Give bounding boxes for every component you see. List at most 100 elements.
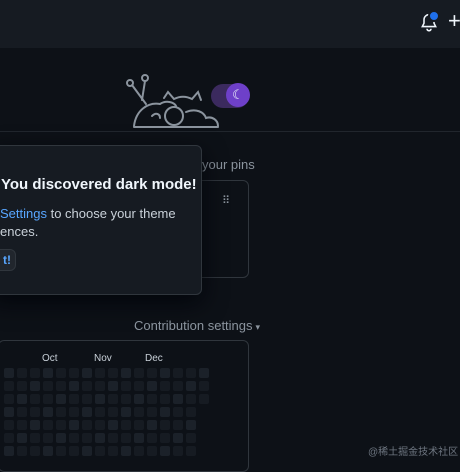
contribution-day-cell[interactable] — [173, 368, 183, 378]
contribution-day-cell[interactable] — [17, 381, 27, 391]
contribution-day-cell[interactable] — [186, 446, 196, 456]
settings-link[interactable]: Settings — [0, 206, 47, 221]
contribution-day-cell[interactable] — [82, 433, 92, 443]
contribution-day-cell[interactable] — [56, 420, 66, 430]
contribution-day-cell[interactable] — [56, 446, 66, 456]
contribution-day-cell[interactable] — [147, 420, 157, 430]
contribution-day-cell[interactable] — [147, 446, 157, 456]
contribution-day-cell[interactable] — [186, 381, 196, 391]
contribution-day-cell[interactable] — [108, 407, 118, 417]
contribution-day-cell[interactable] — [160, 394, 170, 404]
contribution-day-cell[interactable] — [56, 381, 66, 391]
contribution-day-cell[interactable] — [160, 381, 170, 391]
plus-icon[interactable]: + — [448, 8, 460, 34]
contribution-day-cell[interactable] — [4, 433, 14, 443]
contribution-day-cell[interactable] — [30, 394, 40, 404]
contribution-day-cell[interactable] — [82, 381, 92, 391]
customize-pins-link[interactable]: your pins — [202, 157, 255, 172]
contribution-day-cell[interactable] — [121, 420, 131, 430]
contribution-day-cell[interactable] — [69, 446, 79, 456]
contribution-day-cell[interactable] — [134, 446, 144, 456]
contribution-day-cell[interactable] — [173, 394, 183, 404]
contribution-day-cell[interactable] — [43, 407, 53, 417]
contribution-day-cell[interactable] — [4, 407, 14, 417]
contribution-day-cell[interactable] — [4, 381, 14, 391]
contribution-day-cell[interactable] — [30, 433, 40, 443]
contribution-day-cell[interactable] — [108, 368, 118, 378]
contribution-day-cell[interactable] — [4, 446, 14, 456]
contribution-day-cell[interactable] — [134, 433, 144, 443]
contribution-day-cell[interactable] — [95, 407, 105, 417]
contribution-day-cell[interactable] — [160, 433, 170, 443]
contribution-day-cell[interactable] — [160, 420, 170, 430]
contribution-day-cell[interactable] — [17, 368, 27, 378]
contribution-day-cell[interactable] — [160, 368, 170, 378]
contribution-day-cell[interactable] — [95, 420, 105, 430]
contribution-day-cell[interactable] — [17, 420, 27, 430]
contribution-day-cell[interactable] — [69, 420, 79, 430]
contribution-day-cell[interactable] — [186, 433, 196, 443]
contribution-day-cell[interactable] — [30, 446, 40, 456]
contribution-day-cell[interactable] — [108, 420, 118, 430]
contribution-day-cell[interactable] — [17, 433, 27, 443]
contribution-day-cell[interactable] — [82, 394, 92, 404]
contribution-day-cell[interactable] — [108, 433, 118, 443]
contribution-day-cell[interactable] — [56, 433, 66, 443]
contribution-day-cell[interactable] — [186, 407, 196, 417]
contribution-day-cell[interactable] — [95, 433, 105, 443]
contribution-day-cell[interactable] — [82, 407, 92, 417]
grip-icon[interactable]: ⠿ — [222, 196, 231, 207]
contribution-day-cell[interactable] — [56, 407, 66, 417]
contribution-day-cell[interactable] — [199, 381, 209, 391]
contribution-day-cell[interactable] — [134, 394, 144, 404]
contribution-day-cell[interactable] — [160, 407, 170, 417]
contribution-day-cell[interactable] — [43, 420, 53, 430]
contribution-day-cell[interactable] — [108, 446, 118, 456]
contribution-day-cell[interactable] — [82, 420, 92, 430]
contribution-day-cell[interactable] — [108, 394, 118, 404]
contribution-day-cell[interactable] — [147, 381, 157, 391]
contribution-day-cell[interactable] — [30, 407, 40, 417]
contribution-day-cell[interactable] — [199, 368, 209, 378]
contribution-day-cell[interactable] — [17, 446, 27, 456]
contribution-day-cell[interactable] — [95, 368, 105, 378]
contribution-day-cell[interactable] — [147, 407, 157, 417]
contribution-day-cell[interactable] — [69, 368, 79, 378]
contribution-settings-dropdown[interactable]: Contribution settings ▾ — [134, 318, 260, 333]
contribution-day-cell[interactable] — [69, 433, 79, 443]
contribution-day-cell[interactable] — [173, 407, 183, 417]
contribution-day-cell[interactable] — [173, 420, 183, 430]
contribution-day-cell[interactable] — [186, 420, 196, 430]
contribution-day-cell[interactable] — [43, 433, 53, 443]
contribution-day-cell[interactable] — [17, 394, 27, 404]
contribution-day-cell[interactable] — [186, 394, 196, 404]
contribution-day-cell[interactable] — [4, 394, 14, 404]
contribution-day-cell[interactable] — [199, 394, 209, 404]
contribution-day-cell[interactable] — [121, 446, 131, 456]
contribution-day-cell[interactable] — [134, 420, 144, 430]
contribution-day-cell[interactable] — [173, 381, 183, 391]
contribution-day-cell[interactable] — [147, 394, 157, 404]
contribution-day-cell[interactable] — [147, 433, 157, 443]
contribution-day-cell[interactable] — [95, 394, 105, 404]
contribution-day-cell[interactable] — [95, 446, 105, 456]
contribution-day-cell[interactable] — [69, 394, 79, 404]
contribution-day-cell[interactable] — [121, 433, 131, 443]
contribution-day-cell[interactable] — [134, 381, 144, 391]
contribution-day-cell[interactable] — [147, 368, 157, 378]
contribution-day-cell[interactable] — [17, 407, 27, 417]
contribution-day-cell[interactable] — [134, 407, 144, 417]
contribution-day-cell[interactable] — [95, 381, 105, 391]
contribution-day-cell[interactable] — [173, 433, 183, 443]
contribution-day-cell[interactable] — [43, 381, 53, 391]
contribution-day-cell[interactable] — [56, 394, 66, 404]
contribution-day-cell[interactable] — [30, 381, 40, 391]
contribution-day-cell[interactable] — [160, 446, 170, 456]
contribution-day-cell[interactable] — [82, 446, 92, 456]
contribution-day-cell[interactable] — [43, 446, 53, 456]
contribution-day-cell[interactable] — [82, 368, 92, 378]
contribution-day-cell[interactable] — [134, 368, 144, 378]
contribution-day-cell[interactable] — [121, 407, 131, 417]
contribution-day-cell[interactable] — [30, 420, 40, 430]
contribution-day-cell[interactable] — [30, 368, 40, 378]
